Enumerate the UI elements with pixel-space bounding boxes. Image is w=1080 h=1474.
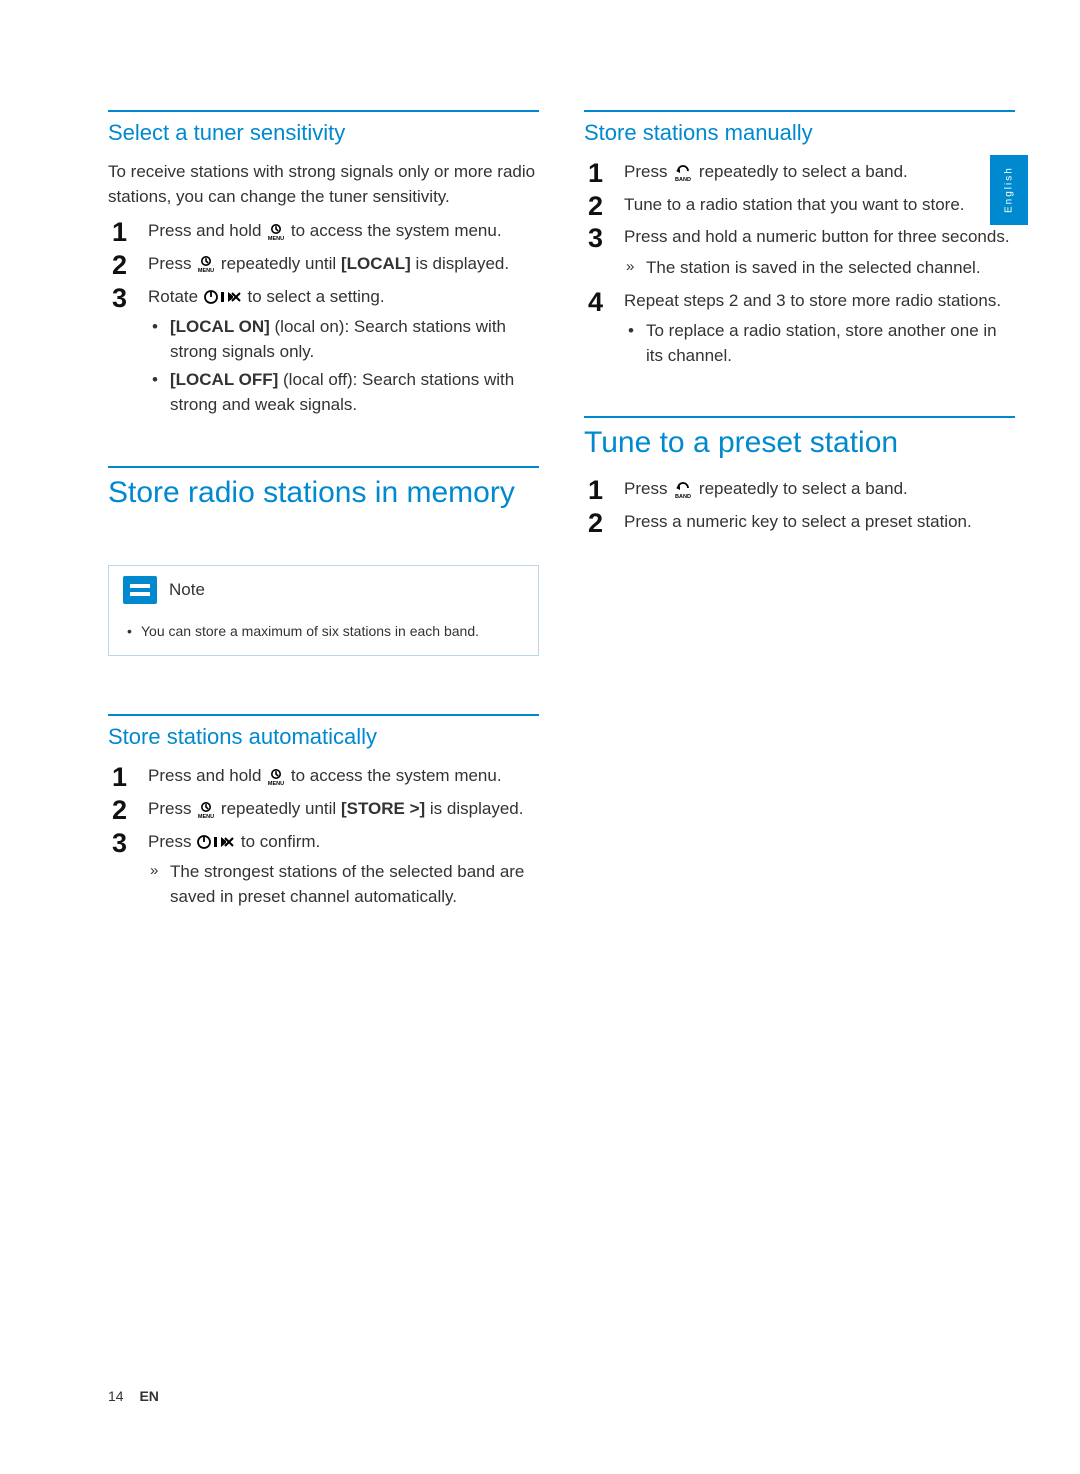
menu-icon: MENU	[266, 223, 286, 241]
heading-store-auto: Store stations automatically	[108, 724, 539, 750]
step-item: Press to confirm. The strongest stations…	[108, 830, 539, 910]
steps-store-manual: Press BAND repeatedly to select a band. …	[584, 160, 1015, 368]
step-item: Repeat steps 2 and 3 to store more radio…	[584, 289, 1015, 369]
page-number: 14	[108, 1388, 124, 1404]
rotary-mute-icon	[203, 288, 243, 306]
section-rule	[108, 110, 539, 112]
band-icon: BAND	[672, 481, 694, 499]
menu-icon: MENU	[196, 255, 216, 273]
section-rule	[584, 416, 1015, 418]
note-box: Note You can store a maximum of six stat…	[108, 565, 539, 657]
steps-store-auto: Press and hold MENU to access the system…	[108, 764, 539, 909]
svg-text:BAND: BAND	[675, 494, 691, 499]
step-item: Press BAND repeatedly to select a band.	[584, 160, 1015, 185]
rotary-mute-icon	[196, 833, 236, 851]
step-item: Press BAND repeatedly to select a band.	[584, 477, 1015, 502]
steps-tune-preset: Press BAND repeatedly to select a band. …	[584, 477, 1015, 534]
steps-sensitivity: Press and hold MENU to access the system…	[108, 219, 539, 417]
note-text: You can store a maximum of six stations …	[123, 622, 524, 642]
heading-store-manual: Store stations manually	[584, 120, 1015, 146]
svg-text:BAND: BAND	[675, 177, 691, 182]
heading-select-sensitivity: Select a tuner sensitivity	[108, 120, 539, 146]
section-rule	[108, 466, 539, 468]
step-item: Rotate to select a setting. [LOCAL ON] (…	[108, 285, 539, 418]
step-item: Tune to a radio station that you want to…	[584, 193, 1015, 218]
right-column: Store stations manually Press BAND repea…	[584, 110, 1015, 918]
result-text: The station is saved in the selected cha…	[646, 256, 1015, 281]
menu-icon: MENU	[196, 801, 216, 819]
band-icon: BAND	[672, 164, 694, 182]
page-footer: 14 EN	[108, 1388, 159, 1404]
left-column: Select a tuner sensitivity To receive st…	[108, 110, 539, 918]
note-label: Note	[169, 580, 205, 600]
heading-tune-preset: Tune to a preset station	[584, 426, 1015, 459]
note-icon	[123, 576, 157, 604]
section-rule	[584, 110, 1015, 112]
page-content: Select a tuner sensitivity To receive st…	[0, 0, 1080, 978]
menu-icon: MENU	[266, 768, 286, 786]
option-local-off: [LOCAL OFF] (local off): Search stations…	[170, 368, 539, 417]
step-item: Press a numeric key to select a preset s…	[584, 510, 1015, 535]
heading-store-memory: Store radio stations in memory	[108, 476, 539, 509]
step-item: Press MENU repeatedly until [STORE >] is…	[108, 797, 539, 822]
step-item: Press and hold MENU to access the system…	[108, 764, 539, 789]
svg-text:MENU: MENU	[268, 236, 284, 241]
step-item: Press and hold a numeric button for thre…	[584, 225, 1015, 280]
section-rule	[108, 714, 539, 716]
step-item: Press and hold MENU to access the system…	[108, 219, 539, 244]
option-local-on: [LOCAL ON] (local on): Search stations w…	[170, 315, 539, 364]
svg-text:MENU: MENU	[198, 268, 214, 273]
page-lang: EN	[139, 1388, 158, 1404]
svg-text:MENU: MENU	[268, 781, 284, 786]
bullet-text: To replace a radio station, store anothe…	[646, 319, 1015, 368]
step-item: Press MENU repeatedly until [LOCAL] is d…	[108, 252, 539, 277]
svg-text:MENU: MENU	[198, 814, 214, 819]
intro-sensitivity: To receive stations with strong signals …	[108, 160, 539, 209]
result-text: The strongest stations of the selected b…	[170, 860, 539, 909]
